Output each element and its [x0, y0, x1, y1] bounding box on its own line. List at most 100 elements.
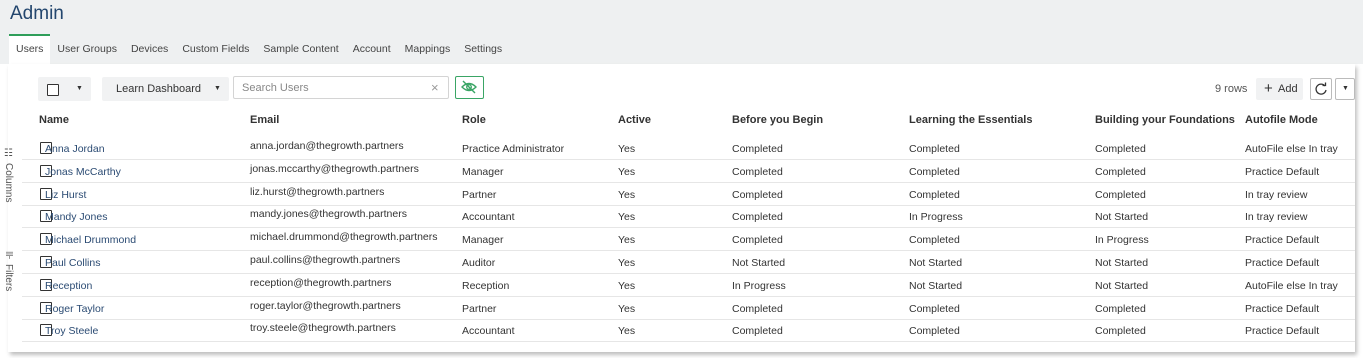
cell-email: mandy.jones@thegrowth.partners: [250, 208, 407, 221]
table-row[interactable]: Michael Drummond michael.drummond@thegrow…: [22, 228, 1355, 252]
eye-off-icon: [461, 80, 477, 94]
cell-building-your-foundations: Not Started: [1095, 211, 1149, 224]
cell-before-you-begin: Completed: [732, 325, 783, 338]
cell-role: Manager: [462, 165, 504, 178]
search-input[interactable]: [233, 76, 449, 99]
tab-users[interactable]: Users: [9, 34, 51, 64]
cell-active: Yes: [618, 165, 636, 178]
plus-icon: +: [1264, 80, 1273, 97]
rows-count: 9 rows: [1215, 83, 1248, 95]
tab-mappings[interactable]: Mappings: [398, 34, 458, 64]
cell-autofile-mode: Practice Default: [1245, 325, 1320, 338]
table-row[interactable]: Paul Collins paul.collins@thegrowth.partn…: [22, 251, 1355, 274]
cell-active: Yes: [618, 234, 636, 247]
table-row[interactable]: Troy Steele troy.steele@thegrowth.partner…: [22, 319, 1355, 343]
cell-email: troy.steele@thegrowth.partners: [250, 322, 396, 335]
add-user-button[interactable]: + Add: [1256, 78, 1303, 100]
filters-label: Filters: [3, 263, 14, 291]
cell-building-your-foundations: Completed: [1095, 188, 1146, 201]
cell-role: Manager: [462, 234, 504, 247]
cell-name[interactable]: Michael Drummond: [45, 234, 136, 246]
column-header-active[interactable]: Active: [618, 114, 651, 126]
cell-active: Yes: [618, 325, 636, 338]
column-header-learning-the-essentials[interactable]: Learning the Essentials: [909, 114, 1032, 126]
table-row[interactable]: Liz Hurst liz.hurst@thegrowth.partners Par…: [22, 183, 1355, 206]
cell-name[interactable]: Mandy Jones: [45, 211, 107, 223]
dashboard-select[interactable]: Learn Dashboard ▼: [102, 77, 229, 101]
cell-name[interactable]: Paul Collins: [45, 257, 100, 269]
select-all-checkbox[interactable]: [47, 84, 59, 96]
cell-name[interactable]: Reception: [45, 280, 92, 292]
cell-active: Yes: [618, 257, 636, 269]
table-row[interactable]: Mandy Jones mandy.jones@thegrowth.partner…: [22, 205, 1355, 229]
columns-toggle[interactable]: ☷ Columns: [3, 148, 14, 202]
cell-active: Yes: [618, 143, 636, 155]
tab-custom-fields[interactable]: Custom Fields: [175, 34, 256, 64]
cell-before-you-begin: Completed: [732, 188, 783, 201]
column-header-before-you-begin[interactable]: Before you Begin: [732, 114, 823, 126]
cell-email: michael.drummond@thegrowth.partners: [250, 231, 438, 244]
table-row[interactable]: Jonas McCarthy jonas.mccarthy@thegrowth.p…: [22, 160, 1355, 183]
more-options-button[interactable]: ▼: [1335, 78, 1355, 100]
cell-name[interactable]: Roger Taylor: [45, 303, 104, 315]
cell-role: Accountant: [462, 325, 515, 338]
select-all-dropdown[interactable]: ▼: [38, 77, 91, 101]
cell-learning-the-essentials: In Progress: [909, 211, 963, 224]
cell-role: Reception: [462, 279, 510, 292]
cell-autofile-mode: AutoFile else In tray: [1245, 143, 1338, 155]
cell-learning-the-essentials: Not Started: [909, 257, 963, 269]
cell-autofile-mode: Practice Default: [1245, 165, 1320, 178]
cell-before-you-begin: Completed: [732, 234, 783, 247]
cell-name[interactable]: Liz Hurst: [45, 189, 86, 201]
cell-learning-the-essentials: Not Started: [909, 279, 963, 292]
toggle-visibility-button[interactable]: [455, 76, 484, 99]
cell-active: Yes: [618, 188, 636, 201]
cell-before-you-begin: In Progress: [732, 279, 786, 292]
cell-active: Yes: [618, 211, 636, 224]
cell-role: Practice Administrator: [462, 143, 565, 155]
cell-before-you-begin: Completed: [732, 165, 783, 178]
cell-building-your-foundations: In Progress: [1095, 234, 1149, 247]
cell-autofile-mode: AutoFile else In tray: [1245, 279, 1338, 292]
cell-role: Partner: [462, 188, 497, 201]
cell-learning-the-essentials: Completed: [909, 143, 960, 155]
cell-email: roger.taylor@thegrowth.partners: [250, 299, 401, 312]
cell-autofile-mode: Practice Default: [1245, 302, 1320, 315]
cell-name[interactable]: Troy Steele: [45, 325, 98, 337]
chevron-down-icon: ▼: [214, 85, 221, 92]
cell-name[interactable]: Anna Jordan: [45, 143, 105, 155]
table-row[interactable]: Reception reception@thegrowth.partners Rec…: [22, 274, 1355, 297]
clear-search-icon[interactable]: ×: [431, 80, 439, 95]
tab-sample-content[interactable]: Sample Content: [256, 34, 345, 64]
cell-building-your-foundations: Completed: [1095, 302, 1146, 315]
chevron-down-icon: ▼: [1342, 85, 1349, 92]
filters-toggle[interactable]: ⊪ Filters: [3, 251, 14, 291]
cell-role: Partner: [462, 302, 497, 315]
tab-user-groups[interactable]: User Groups: [50, 34, 124, 64]
column-header-autofile-mode[interactable]: Autofile Mode: [1245, 114, 1318, 126]
column-header-name[interactable]: Name: [39, 114, 69, 126]
tab-devices[interactable]: Devices: [124, 34, 175, 64]
cell-autofile-mode: In tray review: [1245, 211, 1308, 224]
cell-building-your-foundations: Completed: [1095, 143, 1146, 155]
tab-settings[interactable]: Settings: [457, 34, 509, 64]
table-row[interactable]: Roger Taylor roger.taylor@thegrowth.partn…: [22, 297, 1355, 320]
cell-email: paul.collins@thegrowth.partners: [250, 254, 401, 266]
cell-autofile-mode: Practice Default: [1245, 234, 1320, 247]
cell-name[interactable]: Jonas McCarthy: [45, 166, 121, 178]
cell-active: Yes: [618, 302, 636, 315]
cell-before-you-begin: Completed: [732, 143, 783, 155]
column-header-building-your-foundations[interactable]: Building your Foundations: [1095, 114, 1235, 126]
refresh-button[interactable]: [1310, 78, 1332, 100]
cell-building-your-foundations: Completed: [1095, 165, 1146, 178]
tab-account[interactable]: Account: [346, 34, 398, 64]
cell-building-your-foundations: Not Started: [1095, 257, 1149, 269]
add-button-label: Add: [1278, 83, 1298, 95]
column-header-role[interactable]: Role: [462, 114, 486, 126]
column-header-email[interactable]: Email: [250, 114, 279, 126]
page-title: Admin: [10, 3, 64, 24]
cell-autofile-mode: Practice Default: [1245, 257, 1320, 269]
table-row[interactable]: Anna Jordan anna.jordan@thegrowth.partner…: [22, 137, 1355, 160]
side-panel: ☷ Columns ⊪ Filters: [0, 104, 22, 304]
columns-label: Columns: [3, 163, 14, 203]
